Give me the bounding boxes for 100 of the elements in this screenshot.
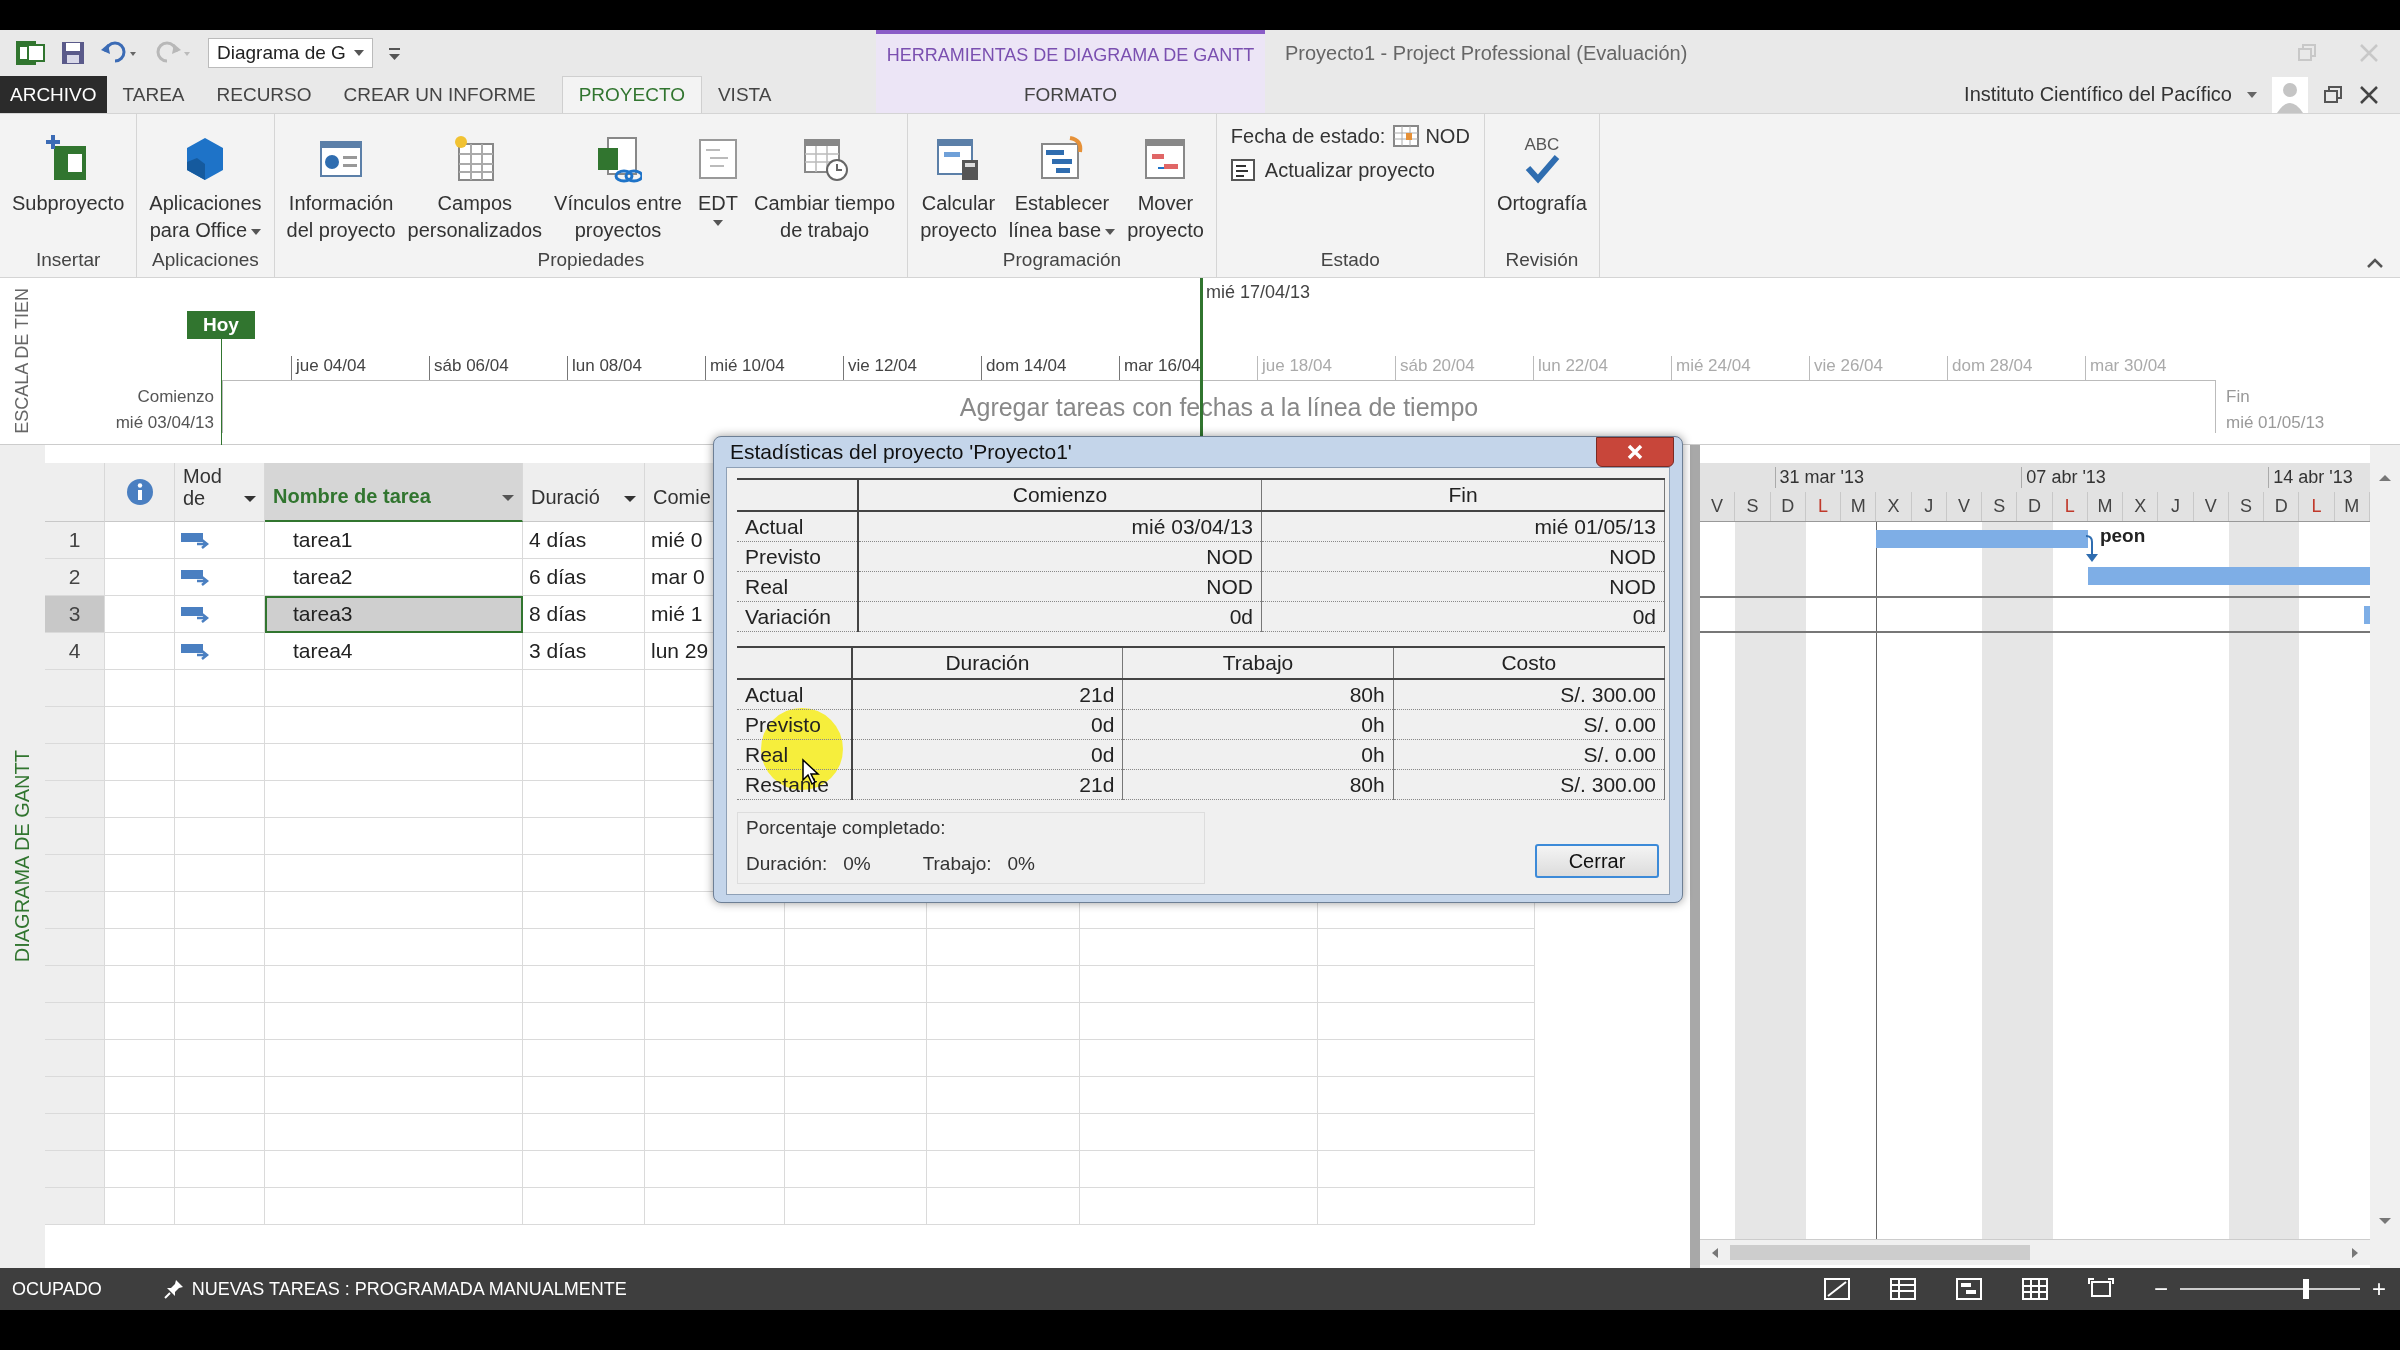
ribbon-command[interactable]: Información del proyecto [280,114,402,249]
today-marker: Hoy [187,311,255,339]
task-mode-icon [181,530,211,550]
column-header[interactable]: Nombre de tarea [265,463,523,522]
gantt-view-icon[interactable] [1823,1278,1850,1300]
column-header[interactable] [105,463,175,522]
close-dialog-button[interactable]: Cerrar [1535,844,1659,878]
timescale-label: mié 24/04 [1671,356,1809,380]
app-icon[interactable] [16,39,46,67]
collapse-ribbon-icon[interactable] [2366,257,2384,269]
ribbon-group-label: Aplicaciones [151,249,260,272]
table-cell: S/. 300.00 [1393,679,1665,710]
start-label: Comienzo [137,386,214,408]
context-tab-group-title: HERRAMIENTAS DE DIAGRAMA DE GANTT [876,30,1265,76]
table-cell: 0d [851,709,1123,740]
ribbon-command[interactable]: EDT [687,114,748,249]
day-label: S [1982,492,2018,521]
pin-icon [163,1279,184,1299]
scrollbar-thumb[interactable] [1730,1245,2030,1260]
day-label: L [2052,492,2088,521]
ribbon-command[interactable]: Mover proyecto [1121,114,1210,249]
caret-icon[interactable] [624,495,636,503]
ribbon-tab[interactable]: TAREA [106,76,201,113]
ribbon-tab[interactable]: VISTA [701,76,788,113]
day-label: J [1911,492,1947,521]
ribbon-tab[interactable]: FORMATO [1007,76,1134,113]
zoom-slider[interactable] [2180,1279,2360,1299]
ribbon-command[interactable]: Aplicaciones para Office [143,114,268,249]
restore-icon[interactable] [2322,83,2344,106]
duration-cell: 4 días [523,522,645,559]
column-header: Duración [851,647,1123,679]
zoom-out-button[interactable]: − [2153,1275,2168,1303]
ribbon-command[interactable]: ABC Ortografía [1490,114,1593,249]
ribbon-command[interactable]: Vínculos entre proyectos [548,114,688,249]
ribbon-command[interactable]: Campos personalizados [401,114,549,249]
table-cell: S/. 0.00 [1393,739,1665,770]
timeline-side-label: ESCALA DE TIEN [12,288,33,434]
ribbon-group-label: Programación [1001,249,1123,272]
table-cell: mié 03/04/13 [858,511,1262,542]
save-icon[interactable] [60,40,86,66]
window-title: Proyecto1 - Project Professional (Evaluación) [1285,41,1688,65]
percent-complete-value: Trabajo: 0% [922,853,1035,875]
row-number[interactable]: 2 [45,559,105,596]
day-label: S [1735,492,1771,521]
status-date-button[interactable]: NOD [1393,124,1470,148]
timescale-label: mié 10/04 [705,356,843,380]
caret-icon[interactable] [2246,89,2258,100]
zoom-in-button[interactable]: + [2372,1275,2386,1303]
table-cell: 0d [858,601,1262,632]
ribbon-command[interactable]: Cambiar tiempo de trabajo [747,114,902,249]
info-icon [125,478,154,506]
vertical-scrollbar[interactable] [2370,445,2400,1268]
column-header: Fin [1261,479,1665,511]
timeline-view-icon[interactable] [2087,1278,2114,1300]
update-project-button[interactable]: Actualizar proyecto [1230,158,1470,182]
timescale-label: sáb 06/04 [429,356,567,380]
list-icon [1230,158,1257,182]
grid-view-icon[interactable] [2021,1278,2048,1300]
table-cell: 21d [851,769,1123,800]
table-cell: 0h [1122,739,1394,770]
column-header: Trabajo [1122,647,1394,679]
ribbon-command[interactable]: Subproyecto [6,114,131,249]
table-cell: 21d [851,679,1123,710]
ribbon-group-label: Propiedades [536,249,646,272]
timescale-label: dom 14/04 [981,356,1119,380]
day-label: V [1946,492,1983,521]
account-name[interactable]: Instituto Científico del Pacífico [1964,83,2232,106]
usage-view-icon[interactable] [1955,1278,1982,1300]
column-header[interactable]: Mod de [175,463,265,522]
ribbon-tab[interactable]: RECURSO [200,76,328,113]
ribbon-tab[interactable]: ARCHIVO [0,76,107,113]
caret-icon[interactable] [502,494,514,502]
task-name-cell[interactable]: tarea4 [265,633,523,670]
horizontal-scrollbar[interactable] [1700,1239,2370,1265]
close-button[interactable] [1596,437,1674,467]
row-label: Actual [737,679,852,710]
task-mode-icon [181,567,211,587]
close-icon[interactable] [2358,83,2380,106]
view-combobox[interactable]: Diagrama de G [208,38,373,68]
new-tasks-mode[interactable]: NUEVAS TAREAS : PROGRAMADA MANUALMENTE [191,1278,627,1300]
ribbon-command[interactable]: Calcular proyecto [914,114,1003,249]
column-header[interactable]: Duració [523,463,645,522]
ribbon-tab[interactable]: CREAR UN INFORME [327,76,552,113]
row-number[interactable]: 1 [45,522,105,559]
row-number[interactable]: 3 [45,596,105,633]
calendar-icon [1393,124,1420,148]
timescale-label: vie 12/04 [843,356,981,380]
task-name-cell[interactable]: tarea1 [265,522,523,559]
ribbon-command[interactable]: Establecer línea base [1002,114,1122,249]
finish-date: mié 01/05/13 [2226,412,2326,434]
caret-icon[interactable] [244,495,256,503]
week-label: 07 abr '13 [2021,467,2106,488]
task-name-cell[interactable]: tarea3 [265,596,523,633]
timescale-label: sáb 20/04 [1395,356,1533,380]
start-date: mié 03/04/13 [115,412,214,434]
percent-complete-title: Porcentaje completado: [746,817,947,839]
table-view-icon[interactable] [1889,1278,1916,1300]
ribbon-tab[interactable]: PROYECTO [561,76,702,113]
day-label: X [2123,492,2159,521]
row-number[interactable]: 4 [45,633,105,670]
